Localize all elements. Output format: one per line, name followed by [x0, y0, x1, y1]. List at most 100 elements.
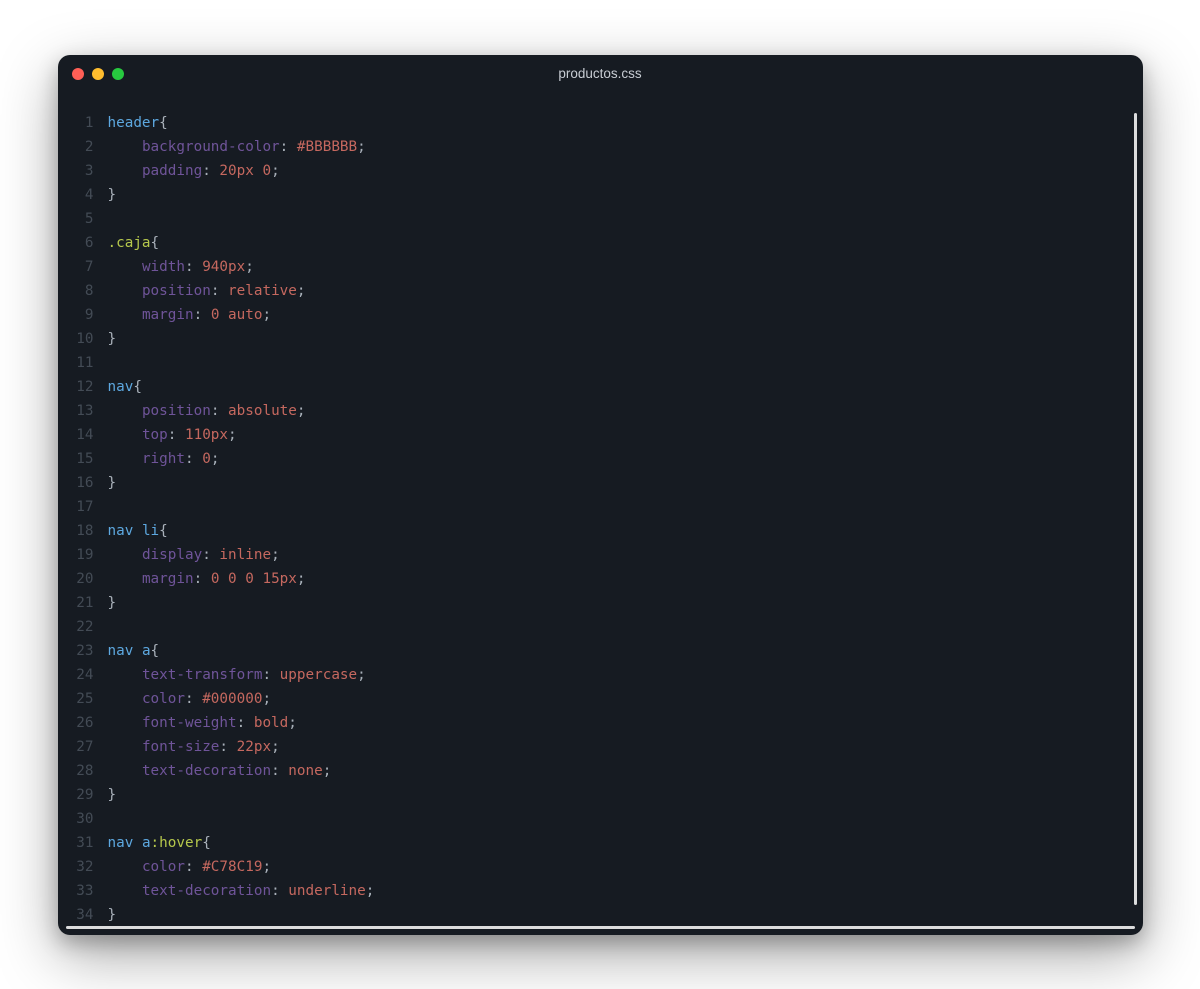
line-number: 20	[58, 567, 108, 591]
line-content[interactable]: .caja{	[108, 231, 160, 255]
code-line[interactable]: 7 width: 940px;	[58, 255, 1143, 279]
zoom-icon[interactable]	[112, 68, 124, 80]
code-line[interactable]: 13 position: absolute;	[58, 399, 1143, 423]
line-number: 21	[58, 591, 108, 615]
code-editor[interactable]: 1header{2 background-color: #BBBBBB;3 pa…	[58, 93, 1143, 935]
code-line[interactable]: 22	[58, 615, 1143, 639]
line-content[interactable]: }	[108, 903, 117, 927]
code-line[interactable]: 29}	[58, 783, 1143, 807]
line-content[interactable]: nav a{	[108, 639, 160, 663]
line-content[interactable]: color: #C78C19;	[108, 855, 272, 879]
line-number: 1	[58, 111, 108, 135]
code-line[interactable]: 2 background-color: #BBBBBB;	[58, 135, 1143, 159]
line-number: 7	[58, 255, 108, 279]
line-number: 18	[58, 519, 108, 543]
code-line[interactable]: 31nav a:hover{	[58, 831, 1143, 855]
line-content[interactable]: nav a:hover{	[108, 831, 211, 855]
line-number: 25	[58, 687, 108, 711]
code-line[interactable]: 20 margin: 0 0 0 15px;	[58, 567, 1143, 591]
line-number: 10	[58, 327, 108, 351]
line-content[interactable]: padding: 20px 0;	[108, 159, 280, 183]
code-line[interactable]: 5	[58, 207, 1143, 231]
close-icon[interactable]	[72, 68, 84, 80]
line-number: 23	[58, 639, 108, 663]
line-number: 16	[58, 471, 108, 495]
code-line[interactable]: 11	[58, 351, 1143, 375]
line-content[interactable]: font-size: 22px;	[108, 735, 280, 759]
line-content[interactable]	[108, 807, 117, 831]
line-number: 19	[58, 543, 108, 567]
line-number: 32	[58, 855, 108, 879]
line-content[interactable]: top: 110px;	[108, 423, 237, 447]
minimize-icon[interactable]	[92, 68, 104, 80]
code-line[interactable]: 18nav li{	[58, 519, 1143, 543]
line-content[interactable]: background-color: #BBBBBB;	[108, 135, 366, 159]
line-content[interactable]: margin: 0 0 0 15px;	[108, 567, 306, 591]
scrollbar-horizontal[interactable]	[66, 926, 1135, 929]
editor-window: productos.css 1header{2 background-color…	[58, 55, 1143, 935]
code-line[interactable]: 4}	[58, 183, 1143, 207]
line-number: 34	[58, 903, 108, 927]
code-line[interactable]: 6.caja{	[58, 231, 1143, 255]
code-line[interactable]: 17	[58, 495, 1143, 519]
code-line[interactable]: 26 font-weight: bold;	[58, 711, 1143, 735]
line-content[interactable]: text-transform: uppercase;	[108, 663, 366, 687]
line-number: 17	[58, 495, 108, 519]
line-content[interactable]: right: 0;	[108, 447, 220, 471]
line-number: 22	[58, 615, 108, 639]
code-line[interactable]: 25 color: #000000;	[58, 687, 1143, 711]
line-content[interactable]	[108, 351, 117, 375]
code-line[interactable]: 32 color: #C78C19;	[58, 855, 1143, 879]
code-line[interactable]: 30	[58, 807, 1143, 831]
line-content[interactable]: margin: 0 auto;	[108, 303, 272, 327]
line-content[interactable]: color: #000000;	[108, 687, 272, 711]
line-content[interactable]: nav li{	[108, 519, 168, 543]
code-line[interactable]: 9 margin: 0 auto;	[58, 303, 1143, 327]
line-number: 13	[58, 399, 108, 423]
line-content[interactable]	[108, 495, 117, 519]
line-number: 8	[58, 279, 108, 303]
line-content[interactable]: }	[108, 471, 117, 495]
line-content[interactable]	[108, 615, 117, 639]
line-content[interactable]: }	[108, 183, 117, 207]
code-line[interactable]: 33 text-decoration: underline;	[58, 879, 1143, 903]
code-line[interactable]: 34}	[58, 903, 1143, 927]
window-title: productos.css	[58, 66, 1143, 81]
line-content[interactable]: display: inline;	[108, 543, 280, 567]
line-content[interactable]: position: relative;	[108, 279, 306, 303]
code-line[interactable]: 16}	[58, 471, 1143, 495]
code-line[interactable]: 1header{	[58, 111, 1143, 135]
code-line[interactable]: 12nav{	[58, 375, 1143, 399]
code-line[interactable]: 3 padding: 20px 0;	[58, 159, 1143, 183]
line-content[interactable]: text-decoration: none;	[108, 759, 332, 783]
code-line[interactable]: 27 font-size: 22px;	[58, 735, 1143, 759]
line-content[interactable]: header{	[108, 111, 168, 135]
code-line[interactable]: 10}	[58, 327, 1143, 351]
code-line[interactable]: 21}	[58, 591, 1143, 615]
line-number: 4	[58, 183, 108, 207]
code-line[interactable]: 15 right: 0;	[58, 447, 1143, 471]
line-content[interactable]: }	[108, 591, 117, 615]
line-number: 12	[58, 375, 108, 399]
scrollbar-vertical[interactable]	[1134, 113, 1137, 905]
line-number: 5	[58, 207, 108, 231]
code-line[interactable]: 14 top: 110px;	[58, 423, 1143, 447]
line-content[interactable]	[108, 207, 117, 231]
code-line[interactable]: 24 text-transform: uppercase;	[58, 663, 1143, 687]
line-content[interactable]: nav{	[108, 375, 142, 399]
line-content[interactable]: position: absolute;	[108, 399, 306, 423]
code-line[interactable]: 23nav a{	[58, 639, 1143, 663]
line-content[interactable]: font-weight: bold;	[108, 711, 297, 735]
line-number: 24	[58, 663, 108, 687]
line-number: 6	[58, 231, 108, 255]
line-content[interactable]: text-decoration: underline;	[108, 879, 375, 903]
code-line[interactable]: 28 text-decoration: none;	[58, 759, 1143, 783]
code-line[interactable]: 8 position: relative;	[58, 279, 1143, 303]
line-number: 2	[58, 135, 108, 159]
line-number: 15	[58, 447, 108, 471]
code-line[interactable]: 19 display: inline;	[58, 543, 1143, 567]
line-content[interactable]: }	[108, 327, 117, 351]
line-number: 29	[58, 783, 108, 807]
line-content[interactable]: }	[108, 783, 117, 807]
line-content[interactable]: width: 940px;	[108, 255, 254, 279]
